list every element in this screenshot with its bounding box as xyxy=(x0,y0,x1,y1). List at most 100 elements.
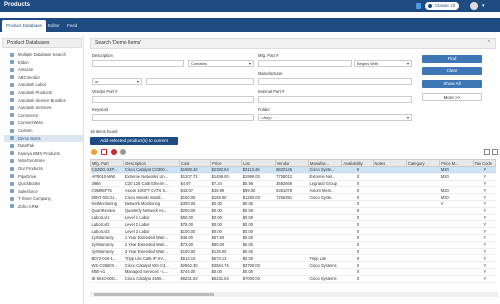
sidebar-item[interactable]: Autotask Services xyxy=(4,104,84,112)
sidebar-item[interactable]: Commerce xyxy=(4,112,84,120)
sidebar-item[interactable]: DataPak xyxy=(4,142,84,150)
database-icon xyxy=(10,128,14,133)
find-button[interactable]: Find xyxy=(422,55,482,63)
tab-feed[interactable]: Feed xyxy=(63,20,81,32)
sidebar-item[interactable]: Autotask Service Bundles xyxy=(4,97,84,105)
internal-part-field[interactable] xyxy=(258,96,412,103)
table-row[interactable]: C9M85F75 Axiom 10GFT CAT6 S... $43.07 $49.9… xyxy=(90,186,496,195)
table-row[interactable]: 1yrWarranty 1 Year Extended Warr... $46.00… xyxy=(90,234,496,242)
table-row[interactable]: MINT-SECU... Cisco Meraki Install... $100.… xyxy=(90,193,496,201)
table-row[interactable]: 3yrWarranty 3 Year Extended Warr... $100.0… xyxy=(90,248,496,256)
table-cell xyxy=(308,248,342,256)
add-icon[interactable] xyxy=(91,149,97,155)
table-cell: Cisco Catalyst CS300... xyxy=(123,166,180,174)
column-header[interactable]: Notes xyxy=(372,159,407,167)
table-cell: B072-016-1... xyxy=(90,254,124,263)
table-row[interactable]: CS3DG-24P... Cisco Catalyst CS300... $1980… xyxy=(90,166,496,174)
column-header[interactable]: Availability xyxy=(341,159,374,167)
chevron-down-icon[interactable]: ▾ xyxy=(482,3,485,9)
column-header[interactable]: Description xyxy=(123,159,180,167)
column-header[interactable]: Manufac... xyxy=(308,159,343,167)
column-header[interactable]: Price xyxy=(210,159,243,167)
table-row[interactable]: 3986 C20 128 Cat6 Etherm... $4.97 $7.24 $5.9… xyxy=(90,180,496,188)
table-row[interactable]: 2yrWarranty 2 Year Extended Warr... $72.00… xyxy=(90,241,496,249)
sidebar-item[interactable]: Zoho CRM xyxy=(4,203,84,211)
sidebar-item[interactable]: Amazon xyxy=(4,66,84,74)
manufacturer-field[interactable] xyxy=(258,78,412,85)
database-icon xyxy=(10,52,14,57)
settings-icon[interactable] xyxy=(120,149,126,155)
table-cell: $46.00 xyxy=(179,234,211,242)
column-header[interactable]: Mfg. Part xyxy=(89,159,125,167)
table-row[interactable]: NetMonitoring Network Monitoring $300.00 $0… xyxy=(90,200,496,208)
sidebar-item[interactable]: Autotask Labor xyxy=(4,81,84,89)
table-row[interactable]: WS-C3560X... Cisco Catalyst WS-C3... $2962… xyxy=(90,261,496,269)
sidebar-item[interactable]: Multiple Database Search xyxy=(4,51,84,59)
sidebar-item-label: Multiple Database Search xyxy=(18,52,66,57)
table-cell: $673.13 xyxy=(210,254,242,263)
table-cell: 0 xyxy=(341,180,374,188)
vendor-part-field[interactable] xyxy=(92,96,254,103)
column-header[interactable]: Price M... xyxy=(439,159,474,167)
table-cell: $7.24 xyxy=(210,180,242,188)
add-to-document-button[interactable]: Add selected product(s) to current Docum… xyxy=(90,137,178,151)
sidebar-item[interactable]: ConnectWise xyxy=(4,119,84,127)
sidebar-item[interactable]: NoteGenStore xyxy=(4,157,84,165)
table-cell xyxy=(308,241,342,249)
description-field[interactable] xyxy=(92,60,184,67)
more-button[interactable]: More >> xyxy=(422,93,482,101)
sidebar-item[interactable]: Kaseya BMS Products xyxy=(4,150,84,158)
clear-button[interactable]: Clear xyxy=(422,67,482,75)
column-header[interactable]: Category xyxy=(405,159,441,167)
table-row[interactable]: IE-5010-00G... Cisco Catalyst 4500... $623… xyxy=(90,275,496,283)
sidebar-item[interactable]: Salesforce xyxy=(4,188,84,196)
columns-icon[interactable] xyxy=(492,149,498,155)
table-row[interactable]: M50-v1 Managed Services - L... $744.00 $0.0… xyxy=(90,268,496,276)
tab-editor[interactable]: Editor xyxy=(44,20,64,32)
folder-select[interactable]: <Any> xyxy=(258,114,412,121)
sidebar-item[interactable]: Eldon xyxy=(4,59,84,67)
chevron-up-icon[interactable]: ⌃ xyxy=(487,39,491,48)
table-cell: M20 xyxy=(439,173,474,181)
delete-icon[interactable] xyxy=(111,149,117,155)
sidebar-item[interactable]: ABCVendor xyxy=(4,74,84,82)
show-all-button[interactable]: Show All xyxy=(422,80,482,88)
description-operator-select[interactable]: Contains xyxy=(188,60,254,67)
sidebar-item-selected[interactable]: Demo Items xyxy=(4,134,84,143)
logic-operator-select[interactable]: or xyxy=(92,78,142,85)
table-row[interactable]: QuartReview Quarterly Network As... $200.0… xyxy=(90,207,496,215)
table-cell xyxy=(439,214,474,222)
secondary-description-field[interactable] xyxy=(146,78,254,85)
notification-icon[interactable] xyxy=(416,3,421,9)
tab-product-database[interactable]: Product Database xyxy=(2,20,47,32)
table-row[interactable]: LaborLvl3 Level 3 Labor $100.00 $0.00 $0.00 0… xyxy=(90,227,496,235)
table-row[interactable]: LaborLvl2 Level 2 Labor $75.00 $0.00 $0.00 0 Y xyxy=(90,220,496,229)
horizontal-scrollbar[interactable] xyxy=(90,292,498,297)
table-row[interactable]: AP5010-WW Extreme Networks Un... $1207.73 $… xyxy=(90,173,496,181)
keyword-field[interactable] xyxy=(92,114,254,121)
sidebar-item[interactable]: PipeDrive xyxy=(4,173,84,181)
column-header[interactable]: Tax Code xyxy=(472,159,497,167)
table-row[interactable]: B072-016-1... Tripp Lite Cat5 IP KV... $61… xyxy=(90,254,496,263)
table-cell: Cisco Syste... xyxy=(308,193,342,201)
mfg-part-operator-select[interactable]: Begins With xyxy=(354,60,412,67)
column-header[interactable]: Vendor xyxy=(274,159,310,167)
column-header[interactable]: Cost xyxy=(178,159,212,167)
sidebar-item[interactable]: Custom xyxy=(4,127,84,135)
sidebar-item-label: QuickBooks xyxy=(18,181,41,187)
sidebar-item[interactable]: Our Products xyxy=(4,165,84,173)
sidebar-item[interactable]: QuickBooks xyxy=(4,180,84,188)
sidebar-item[interactable]: T-Store Company xyxy=(4,195,84,203)
table-row[interactable]: LaborLvl1 Level 1 Labor $50.00 $0.00 $0.00 0 Y xyxy=(90,214,496,222)
classic-ui-button[interactable]: Classic UI xyxy=(425,2,459,10)
search-heading[interactable]: Search 'Demo Items' ⌃ xyxy=(90,38,496,49)
mfg-part-field[interactable] xyxy=(258,60,352,67)
column-header[interactable]: List xyxy=(241,159,276,167)
table-cell: $0.00 xyxy=(241,254,276,263)
scrollbar-thumb[interactable] xyxy=(94,293,214,296)
sidebar-item[interactable]: Autotask Products xyxy=(4,89,84,97)
edit-icon[interactable] xyxy=(101,149,107,155)
grid-view-icon[interactable] xyxy=(484,149,490,155)
avatar[interactable] xyxy=(470,2,478,10)
table-cell: Extreme Net... xyxy=(308,173,342,181)
